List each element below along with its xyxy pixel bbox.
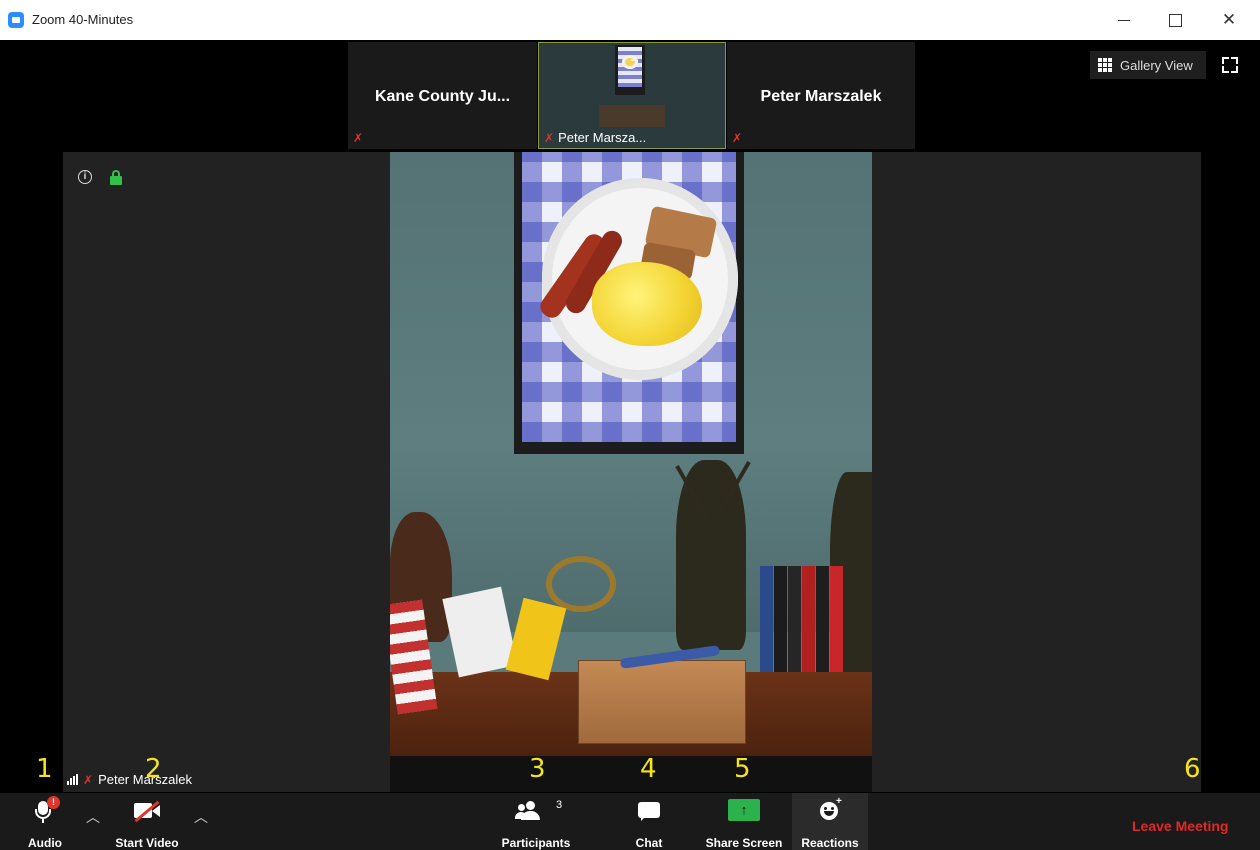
leave-meeting-button[interactable]: Leave Meeting — [1132, 818, 1228, 834]
annotation-number: 3 — [529, 754, 546, 784]
annotation-number: 5 — [734, 754, 751, 784]
audio-alert-badge: ! — [47, 796, 60, 809]
self-name-overlay: ✗ Peter Marszalek — [67, 772, 192, 787]
participants-icon — [515, 801, 548, 821]
video-horn — [546, 556, 616, 612]
participants-count: 3 — [556, 799, 563, 811]
video-options-chevron-icon[interactable]: ︿ — [194, 807, 208, 827]
lock-icon[interactable] — [110, 170, 122, 185]
share-screen-button[interactable]: ↑ Share Screen — [700, 793, 788, 850]
audio-button[interactable]: ! Audio — [20, 793, 70, 850]
strip-tile-kane-county[interactable]: Kane County Ju... ✗ — [348, 42, 537, 149]
title-bar: Zoom 40-Minutes ✕ — [0, 0, 1260, 40]
chat-button[interactable]: Chat — [626, 793, 672, 850]
video-wooden-box — [578, 660, 746, 744]
mic-off-icon: ✗ — [83, 772, 94, 787]
tile-name: Peter Marsza... — [558, 130, 647, 145]
window-title: Zoom 40-Minutes — [32, 12, 134, 27]
speaker-video — [390, 152, 872, 792]
strip-tile-peter[interactable]: Peter Marszalek ✗ — [727, 42, 915, 149]
video-bottom-edge — [390, 756, 872, 792]
maximize-button[interactable] — [1163, 8, 1187, 32]
gallery-view-button[interactable]: Gallery View — [1090, 51, 1206, 79]
tile-name: Kane County Ju... — [374, 88, 511, 105]
zoom-app-icon — [8, 12, 24, 28]
share-screen-icon: ↑ — [728, 799, 760, 821]
audio-label: Audio — [28, 836, 62, 850]
maximize-icon — [1168, 13, 1182, 27]
start-video-label: Start Video — [115, 836, 179, 850]
mic-off-icon: ✗ — [732, 131, 743, 145]
info-icon[interactable]: i — [78, 170, 92, 184]
tile-name: Peter Marszalek — [760, 88, 882, 105]
strip-tile-active-speaker[interactable]: ✗ Peter Marsza... — [538, 42, 726, 149]
reactions-button[interactable]: + Reactions — [792, 793, 868, 850]
share-screen-label: Share Screen — [705, 836, 783, 850]
annotation-number: 1 — [36, 754, 53, 784]
fullscreen-icon[interactable] — [1222, 57, 1238, 73]
minimize-button[interactable] — [1112, 8, 1136, 32]
start-video-button[interactable]: Start Video — [108, 793, 186, 850]
participants-label: Participants — [501, 836, 571, 850]
grid-icon — [1098, 58, 1112, 72]
mic-off-icon: ✗ — [353, 131, 364, 145]
annotation-number: 6 — [1184, 754, 1201, 784]
close-button[interactable]: ✕ — [1217, 8, 1241, 32]
chat-label: Chat — [635, 836, 663, 850]
chat-icon — [638, 802, 660, 821]
signal-icon — [67, 774, 78, 785]
annotation-number: 4 — [640, 754, 657, 784]
video-picture-frame — [514, 152, 744, 454]
audio-options-chevron-icon[interactable]: ︿ — [86, 807, 100, 827]
reactions-plus-icon: + — [836, 796, 842, 807]
mic-off-icon: ✗ — [544, 131, 555, 145]
gallery-view-label: Gallery View — [1120, 57, 1193, 73]
video-thumbnail — [615, 45, 645, 95]
reactions-label: Reactions — [801, 836, 859, 850]
annotation-number: 2 — [145, 754, 162, 784]
minimize-icon — [1118, 19, 1130, 21]
video-thumbnail-desk — [599, 105, 665, 127]
participants-button[interactable]: 3 Participants — [494, 793, 578, 850]
meeting-toolbar: ! Audio ︿ Start Video ︿ 3 Participants C… — [0, 793, 1260, 850]
tile-label: ✗ Peter Marsza... — [544, 130, 646, 145]
